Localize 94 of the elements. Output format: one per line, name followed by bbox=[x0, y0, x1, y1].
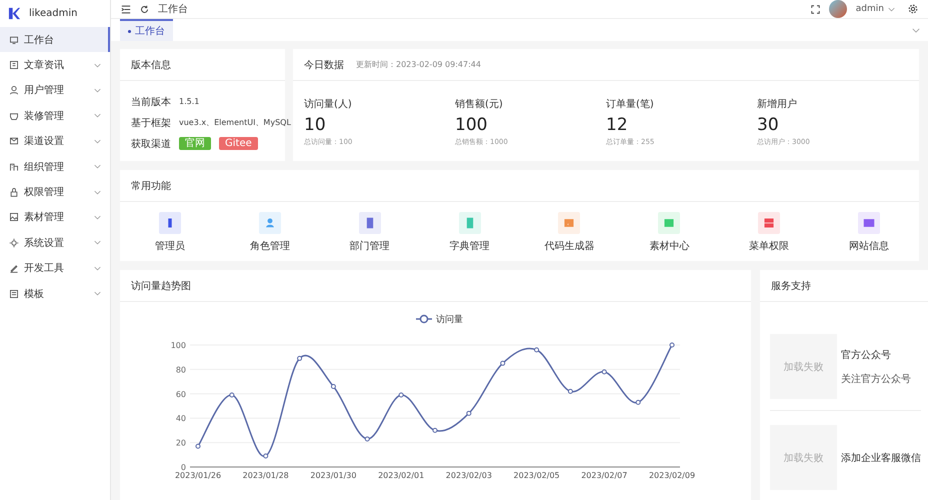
axis-tick-label: 60 bbox=[176, 390, 186, 399]
card-title: 版本信息 bbox=[131, 58, 171, 72]
data-point bbox=[500, 360, 506, 366]
axis-tick-label: 2023/02/01 bbox=[378, 471, 424, 480]
menu-icon[interactable] bbox=[121, 4, 131, 14]
shortcut-item[interactable]: 角色管理 bbox=[220, 212, 320, 253]
stat-value: 100 bbox=[455, 115, 488, 135]
stat-label: 销售额(元) bbox=[455, 98, 504, 111]
data-point bbox=[263, 454, 268, 459]
menu-item-icon bbox=[9, 187, 19, 198]
data-point bbox=[196, 444, 200, 449]
axis-tick-label: 2023/02/09 bbox=[648, 471, 696, 480]
card-title: 服务支持 bbox=[771, 280, 811, 292]
shortcut-item[interactable]: 字典管理 bbox=[420, 212, 520, 253]
shortcut-item[interactable]: 素材中心 bbox=[619, 212, 720, 253]
sidebar-item[interactable]: 权限管理 bbox=[0, 179, 110, 205]
logo-icon bbox=[8, 7, 21, 20]
data-point bbox=[229, 392, 234, 398]
menu-item-icon bbox=[9, 136, 19, 146]
sidebar-item[interactable]: 模板 bbox=[0, 280, 110, 306]
axis-tick-label: 2023/01/28 bbox=[242, 471, 289, 480]
sidebar-item[interactable]: 素材管理 bbox=[0, 204, 110, 230]
data-point bbox=[432, 428, 438, 433]
menu-item-icon bbox=[9, 288, 19, 299]
legend-label: 访问量 bbox=[436, 314, 463, 325]
chevron-icon[interactable] bbox=[912, 28, 920, 32]
support-title: 添加企业客服微信 bbox=[841, 452, 921, 464]
card-title: 常用功能 bbox=[131, 180, 171, 192]
user-menu[interactable]: admin bbox=[856, 4, 884, 14]
chevron-icon bbox=[888, 6, 895, 12]
menu-item-icon bbox=[9, 162, 19, 172]
axis-tick-label: 2023/02/07 bbox=[581, 471, 628, 480]
axis-tick-label: 2023/02/03 bbox=[446, 471, 492, 480]
image-error-text: 加载失败 bbox=[784, 360, 824, 374]
menu-item-icon bbox=[9, 212, 19, 222]
axis-tick-label: 2023/01/26 bbox=[174, 471, 222, 480]
card-title: 访问量趋势图 bbox=[131, 280, 191, 292]
menu-item-icon bbox=[9, 60, 19, 70]
data-point bbox=[398, 392, 404, 398]
menu-item-icon bbox=[9, 238, 19, 248]
axis-tick-label: 80 bbox=[176, 365, 186, 374]
shortcut-item[interactable]: 部门管理 bbox=[320, 212, 420, 253]
axis-tick-label: 20 bbox=[176, 438, 186, 448]
card-title: 今日数据 bbox=[304, 58, 344, 72]
sidebar-item[interactable]: 装修管理 bbox=[0, 103, 110, 129]
axis-tick-label: 0 bbox=[180, 463, 186, 472]
stat-label: 访问量(人) bbox=[304, 98, 353, 111]
shortcut-item[interactable]: 管理员 bbox=[120, 212, 220, 253]
sidebar-item[interactable]: 文章资讯 bbox=[0, 52, 110, 78]
sidebar-item[interactable]: 工作台 bbox=[0, 27, 110, 52]
support-title: 官方公众号 bbox=[841, 348, 892, 362]
data-point bbox=[602, 369, 607, 374]
avatar[interactable] bbox=[828, 0, 847, 18]
menu-item-icon bbox=[9, 263, 19, 274]
fullscreen-icon[interactable] bbox=[810, 4, 820, 14]
breadcrumb[interactable]: 工作台 bbox=[158, 2, 188, 16]
refresh-icon[interactable] bbox=[140, 4, 149, 14]
data-point bbox=[466, 410, 472, 416]
sidebar-item[interactable]: 用户管理 bbox=[0, 78, 110, 104]
menu-item-icon bbox=[9, 85, 19, 96]
stat-value: 30 bbox=[757, 115, 780, 135]
stat-value: 12 bbox=[606, 115, 629, 135]
stat-value: 10 bbox=[304, 115, 327, 135]
axis-tick-label: 2023/01/30 bbox=[310, 471, 356, 480]
data-point bbox=[568, 388, 573, 394]
chart-legend[interactable]: 访问量 bbox=[416, 314, 463, 325]
data-point bbox=[330, 384, 336, 389]
field-value: vue3.x、ElementUI、MySQL bbox=[179, 117, 291, 128]
menu-item-icon bbox=[9, 110, 19, 121]
stat-label: 订单量(笔) bbox=[606, 98, 655, 111]
data-point bbox=[534, 347, 540, 352]
sidebar-item[interactable]: 系统设置 bbox=[0, 230, 110, 256]
stat-label: 新增用户 bbox=[757, 98, 798, 111]
field-value: 1.5.1 bbox=[179, 97, 200, 106]
sidebar-item[interactable]: 渠道设置 bbox=[0, 128, 110, 154]
axis-tick-label: 2023/02/05 bbox=[514, 471, 560, 480]
support-subtitle: 关注官方公众号 bbox=[841, 372, 911, 386]
data-point bbox=[364, 436, 370, 442]
axis-tick-label: 40 bbox=[176, 414, 186, 424]
data-point bbox=[636, 400, 641, 405]
page-tab[interactable]: 工作台 bbox=[120, 19, 173, 41]
update-time: 更新时间：2023-02-09 09:47:44 bbox=[356, 59, 481, 70]
menu-item-icon bbox=[9, 34, 19, 45]
sidebar-item[interactable]: 组织管理 bbox=[0, 154, 110, 180]
settings-icon[interactable] bbox=[908, 4, 918, 14]
data-point bbox=[297, 356, 302, 361]
shortcut-item[interactable]: 代码生成器 bbox=[520, 212, 620, 253]
data-point bbox=[670, 342, 674, 348]
app-name: likeadmin bbox=[29, 8, 78, 19]
image-error-text: 加载失败 bbox=[784, 452, 824, 464]
axis-tick-label: 100 bbox=[170, 341, 186, 350]
sidebar-item[interactable]: 开发工具 bbox=[0, 256, 110, 281]
shortcut-item[interactable]: 菜单权限 bbox=[719, 212, 820, 253]
shortcut-item[interactable]: 网站信息 bbox=[819, 212, 919, 253]
